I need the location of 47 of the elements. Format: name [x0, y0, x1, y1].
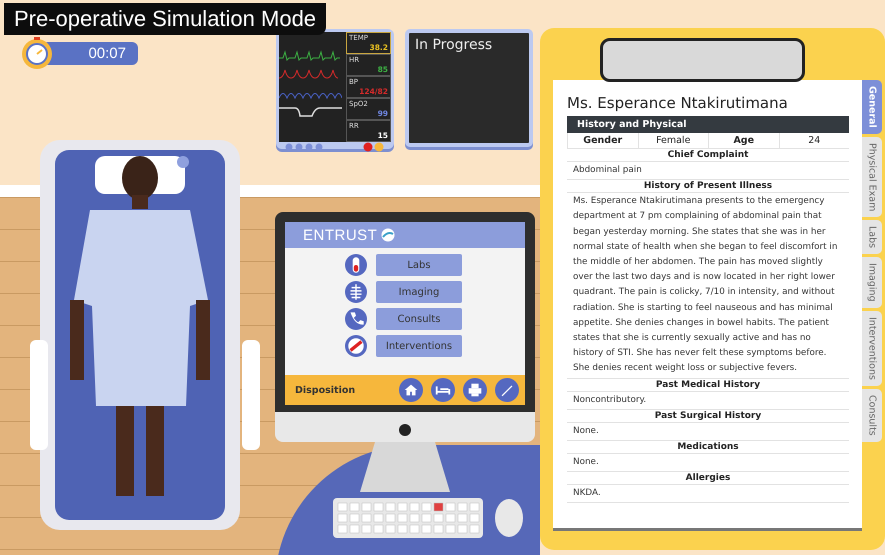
section-text: None. [567, 454, 849, 472]
section-text: Abdominal pain [567, 162, 849, 180]
patient-name: Ms. Esperance Ntakirutimana [567, 94, 789, 112]
side-tab[interactable]: General [862, 80, 882, 134]
toolbar-icon-button[interactable] [495, 378, 519, 402]
menu-button[interactable]: Consults [376, 308, 462, 330]
menu-item-icon [345, 335, 367, 357]
table-cell: Gender [567, 133, 638, 148]
section-heading: History of Present Illness [567, 180, 849, 194]
section-text: NKDA. [567, 485, 849, 504]
stopwatch-icon [20, 36, 54, 70]
side-tab[interactable]: Consults [862, 388, 882, 442]
menu-item-icon [345, 308, 367, 330]
toolbar-icon-button[interactable] [463, 378, 487, 402]
toolbar-icon-button[interactable] [399, 378, 423, 402]
section-header: History and Physical [567, 116, 849, 133]
side-tab[interactable]: Physical Exam [862, 136, 882, 218]
section-heading: Chief Complaint [567, 149, 849, 162]
menu-item-icon [345, 281, 367, 303]
section-heading: Past Surgical History [567, 410, 849, 423]
menu-item-icon [345, 254, 367, 276]
menu-button[interactable]: Imaging [376, 281, 462, 303]
alarm-lights-drawing [363, 142, 385, 152]
disposition-label: Disposition [295, 384, 356, 396]
power-button-icon [399, 424, 411, 436]
status-panel: In Progress [405, 29, 533, 147]
indicator-dots-drawing [285, 143, 325, 151]
toolbar-icon-button[interactable] [431, 378, 455, 402]
app-logo-text: ENTRUST [303, 226, 378, 244]
menu-button[interactable]: Interventions [376, 335, 462, 357]
menu-button[interactable]: Labs [376, 254, 462, 276]
side-tab[interactable]: Labs [862, 220, 882, 254]
mouse-drawing [494, 498, 524, 538]
section-heading: Allergies [567, 472, 849, 486]
globe-icon [381, 228, 396, 242]
toolbar-icon [466, 381, 484, 399]
section-heading: Past Medical History [567, 378, 849, 392]
table-cell: Age [708, 133, 778, 148]
table-cell: 24 [778, 133, 849, 148]
section-heading: Medications [567, 441, 849, 454]
mode-title: Pre-operative Simulation Mode [4, 3, 326, 35]
side-tab[interactable]: Interventions [862, 310, 882, 386]
section-text: Ms. Esperance Ntakirutimana presents to the emergency department at 7 pm complaining of abdominal pain that began yesterday morning. She states that she was in her normal state of health when she began to feel discomfort in the middle of her abdomen. The pain has moved slightly over the last two days and is now located in her right lower quadrant. The pain is colicky, 7/10 in intensity, and without radiation. She is starting to feel nauseous and has minimal appetite. She denies changes in bowel habits. The patient states that she is currently sexually active and has no history of STI. She has never felt these symptoms before. She denies recent weight loss or subjective fevers. [567, 193, 849, 379]
side-tab[interactable]: Imaging [862, 257, 882, 308]
section-text: Noncontributory. [567, 392, 849, 410]
table-cell: Female [638, 133, 708, 148]
section-text: None. [567, 422, 849, 442]
